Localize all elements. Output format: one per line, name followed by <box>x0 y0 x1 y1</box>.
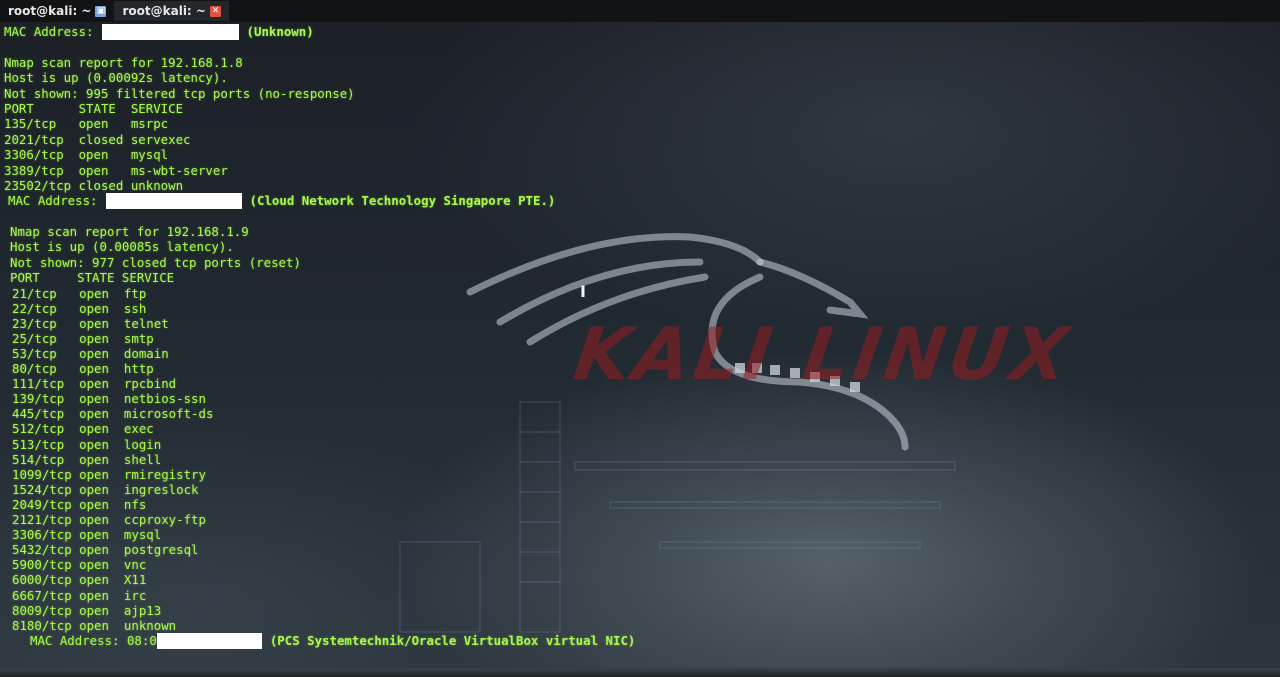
redaction-box <box>105 193 242 209</box>
port-row: 1524/tcp open ingreslock <box>12 481 199 497</box>
port-row: 8180/tcp open unknown <box>12 617 177 633</box>
not-shown-line: Not shown: 995 filtered tcp ports (no-re… <box>4 85 355 101</box>
port-row: 6000/tcp open X11 <box>12 572 147 588</box>
port-row: 2021/tcp closed servexec <box>4 131 191 147</box>
scan-report-line: Nmap scan report for 192.168.1.8 <box>4 54 243 70</box>
port-row: 3306/tcp open mysql <box>4 147 169 163</box>
port-row: 23/tcp open telnet <box>12 315 169 331</box>
port-row: 135/tcp open msrpc <box>4 116 169 132</box>
tab-root-kali-1[interactable]: root@kali: ~ ▣ <box>0 1 114 21</box>
port-row: 513/tcp open login <box>12 436 162 452</box>
mac-address-line: MAC Address: (Cloud Network Technology S… <box>8 193 1274 209</box>
port-row: 80/tcp open http <box>12 361 154 377</box>
port-row: 25/tcp open smtp <box>12 330 154 346</box>
port-row: 512/tcp open exec <box>12 421 154 437</box>
mac-vendor: (Unknown) <box>246 24 314 39</box>
port-row: 8009/tcp open ajp13 <box>12 602 162 618</box>
port-row: 2121/tcp open ccproxy-ftp <box>12 512 206 528</box>
tab-label: root@kali: ~ <box>122 4 206 18</box>
port-row: 139/tcp open netbios-ssn <box>12 391 206 407</box>
port-row: 3389/tcp open ms-wbt-server <box>4 162 228 178</box>
port-row: 514/tcp open shell <box>12 451 162 467</box>
mac-vendor: (Cloud Network Technology Singapore PTE.… <box>249 193 556 209</box>
tab-label: root@kali: ~ <box>8 4 92 18</box>
port-row: 1099/tcp open rmiregistry <box>12 466 206 482</box>
mac-address-line: MAC Address: 08:0 (PCS Systemtechnik/Ora… <box>30 632 1274 649</box>
redaction-box <box>101 23 239 40</box>
terminal-output[interactable]: MAC Address: (Unknown) Nmap scan report … <box>4 23 1274 674</box>
port-row: 6667/tcp open irc <box>12 587 147 603</box>
port-row: 5432/tcp open postgresql <box>12 542 199 558</box>
text-cursor-icon: I <box>580 282 586 301</box>
port-row: 23502/tcp closed unknown <box>4 177 184 193</box>
host-block: Nmap scan report for 192.168.1.9 Host is… <box>10 224 1274 286</box>
port-row: 111/tcp open rpcbind <box>12 376 177 392</box>
tab-root-kali-2[interactable]: root@kali: ~ ✕ <box>114 1 229 21</box>
port-table-header: PORT STATE SERVICE <box>4 100 184 116</box>
port-row: 21/tcp open ftp <box>12 285 147 301</box>
mac-address-line: MAC Address: (Unknown) <box>4 23 1274 40</box>
host-status-line: Host is up (0.00092s latency). <box>4 70 228 86</box>
redaction-box <box>156 632 262 649</box>
terminal-icon: ▣ <box>95 5 107 17</box>
port-row: 5900/tcp open vnc <box>12 557 147 573</box>
screen: root@kali: ~ ▣ root@kali: ~ ✕ KALI LINUX… <box>0 0 1280 677</box>
mac-vendor: (PCS Systemtechnik/Oracle VirtualBox vir… <box>269 632 636 648</box>
port-row: 2049/tcp open nfs <box>12 496 147 512</box>
mac-address-label: MAC Address: <box>8 193 98 209</box>
port-list: 21/tcp open ftp 22/tcp open ssh 23/tcp o… <box>12 286 1274 633</box>
mac-address-label: MAC Address: <box>4 24 94 39</box>
port-row: 22/tcp open ssh <box>12 300 147 316</box>
mac-address-label: MAC Address: 08:0 <box>30 632 157 648</box>
terminal-tab-bar: root@kali: ~ ▣ root@kali: ~ ✕ <box>0 0 1280 22</box>
scan-report-line: Nmap scan report for 192.168.1.9 <box>10 224 249 240</box>
port-row: 3306/tcp open mysql <box>12 527 162 543</box>
not-shown-line: Not shown: 977 closed tcp ports (reset) <box>10 254 301 270</box>
host-status-line: Host is up (0.00085s latency). <box>10 239 234 255</box>
close-icon[interactable]: ✕ <box>209 5 221 17</box>
screen-bottom-bezel <box>0 668 1280 677</box>
port-row: 445/tcp open microsoft-ds <box>12 406 214 422</box>
port-table-header: PORT STATE SERVICE <box>10 270 175 286</box>
port-row: 53/tcp open domain <box>12 346 169 362</box>
